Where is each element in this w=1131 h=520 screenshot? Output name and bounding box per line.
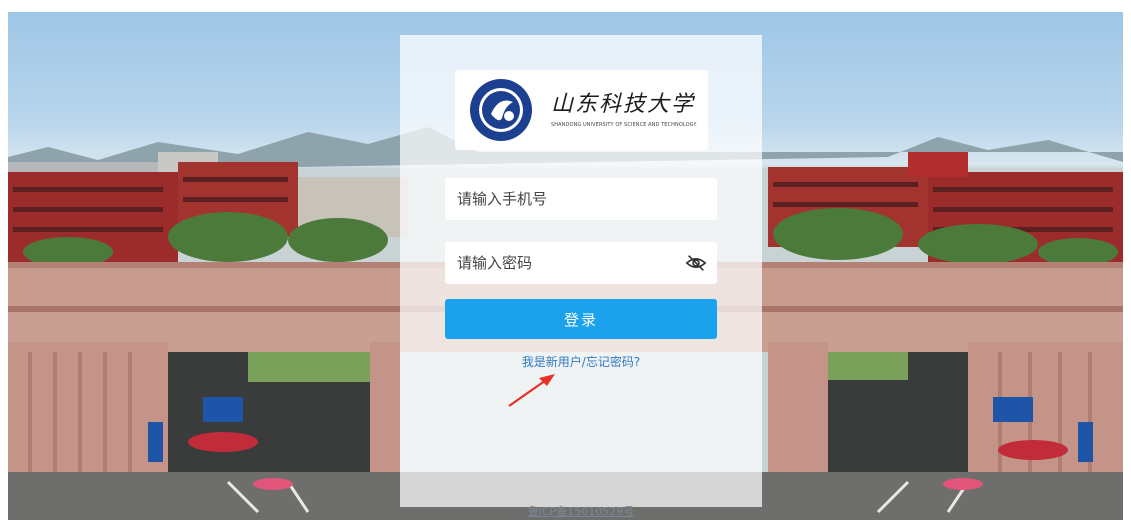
university-name-en: SHANDONG UNIVERSITY OF SCIENCE AND TECHN… (551, 122, 697, 128)
icp-license-link[interactable]: 鲁ICP备15010529号 (400, 503, 762, 519)
register-link-label: 我是新用户/忘记密码? (521, 355, 641, 369)
university-emblem-icon (470, 79, 532, 141)
university-logo: 山东科技大学 SHANDONG UNIVERSITY OF SCIENCE AN… (455, 70, 708, 150)
password-input[interactable] (445, 242, 717, 284)
university-name-cn: 山东科技大学 (551, 92, 696, 117)
phone-input[interactable] (445, 178, 717, 220)
password-field (445, 242, 717, 284)
login-card: 山东科技大学 SHANDONG UNIVERSITY OF SCIENCE AN… (400, 35, 762, 507)
eye-off-icon[interactable] (685, 253, 707, 273)
register-forgot-password-link[interactable]: 我是新用户/忘记密码? (400, 353, 762, 370)
login-button[interactable]: 登录 (445, 299, 717, 339)
annotation-arrow-icon (508, 374, 555, 407)
phone-field (445, 178, 717, 220)
